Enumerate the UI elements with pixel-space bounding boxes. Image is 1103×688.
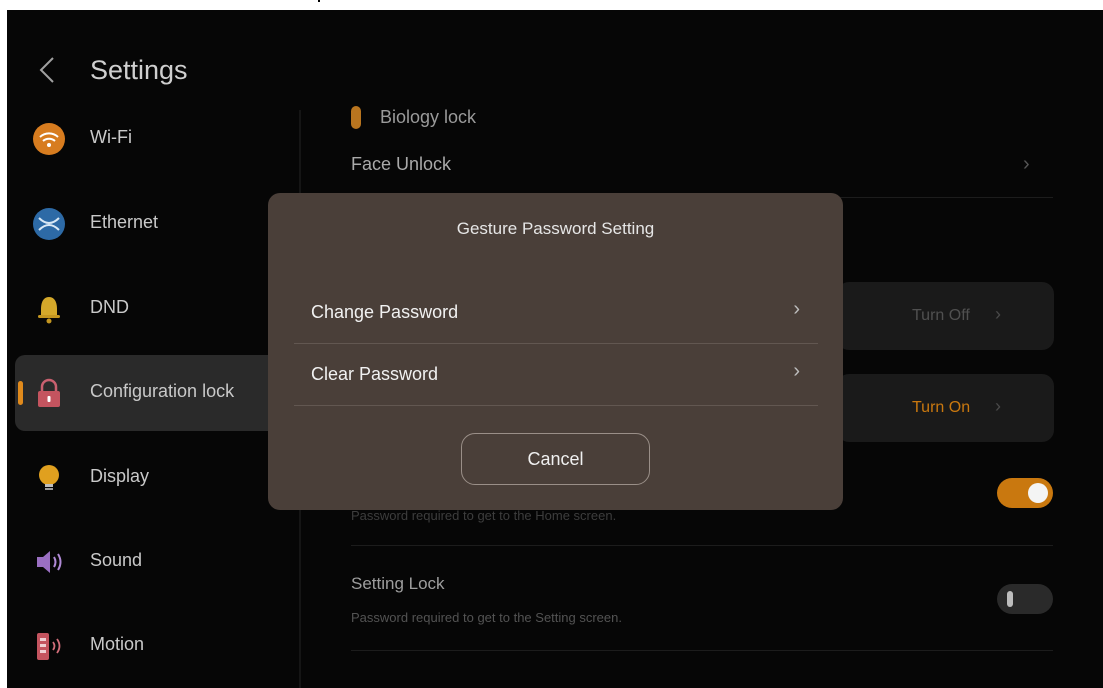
section-marker xyxy=(351,106,361,129)
sidebar-item-label: Configuration lock xyxy=(90,381,235,401)
setting-lock-toggle[interactable] xyxy=(997,584,1053,614)
row-divider xyxy=(351,650,1053,651)
section-title: Biology lock xyxy=(380,107,477,127)
clear-password-option[interactable]: Clear Password › xyxy=(294,344,818,406)
sidebar-item-label: Sound xyxy=(90,550,143,570)
sidebar-item-dnd[interactable]: DND xyxy=(15,271,305,347)
option-divider xyxy=(294,405,818,406)
top-strip xyxy=(0,0,1103,10)
dialog-title: Gesture Password Setting xyxy=(456,219,655,238)
cancel-button[interactable]: Cancel xyxy=(461,433,650,485)
turn-off-row[interactable]: Turn Off › xyxy=(837,282,1054,350)
row-divider xyxy=(351,545,1053,546)
chevron-right-icon: › xyxy=(995,396,1001,416)
sidebar-item-sound[interactable]: Sound xyxy=(15,524,305,600)
toggle-knob xyxy=(1028,483,1048,503)
chevron-right-icon: › xyxy=(793,298,800,320)
sidebar-item-label: Wi-Fi xyxy=(90,127,132,147)
sidebar-item-label: Display xyxy=(90,466,150,486)
clipped-glyph xyxy=(318,0,328,2)
sidebar-item-label: DND xyxy=(90,297,129,317)
setting-lock-hint: Password required to get to the Setting … xyxy=(351,610,622,625)
wifi-icon xyxy=(33,123,65,155)
sidebar-item-label: Ethernet xyxy=(90,212,159,232)
turn-on-row[interactable]: Turn On › xyxy=(837,374,1054,442)
sidebar-item-motion[interactable]: Motion xyxy=(15,608,305,684)
gesture-password-dialog: Gesture Password Setting Change Password… xyxy=(268,193,843,510)
option-label: Change Password xyxy=(311,302,459,322)
sidebar-item-ethernet[interactable]: Ethernet xyxy=(15,186,305,262)
bulb-icon xyxy=(39,465,59,490)
face-unlock-label[interactable]: Face Unlock xyxy=(351,154,451,175)
chevron-right-icon[interactable]: › xyxy=(1023,153,1030,176)
option-label: Clear Password xyxy=(311,364,439,384)
sidebar-item-wifi[interactable]: Wi-Fi xyxy=(15,101,305,177)
home-lock-toggle[interactable] xyxy=(997,478,1053,508)
sidebar-item-configuration-lock[interactable]: Configuration lock xyxy=(15,355,305,431)
speaker-icon xyxy=(37,551,62,573)
ethernet-icon xyxy=(33,208,65,240)
bell-icon xyxy=(38,297,60,324)
turn-off-label: Turn Off xyxy=(912,307,970,324)
settings-screen: Settings Wi-Fi Ethernet DND Configuratio… xyxy=(7,10,1103,688)
change-password-option[interactable]: Change Password › xyxy=(294,282,818,344)
back-arrow-icon[interactable] xyxy=(37,56,57,84)
chevron-right-icon: › xyxy=(995,304,1001,324)
turn-on-label: Turn On xyxy=(912,399,971,416)
lock-icon xyxy=(38,378,60,407)
chevron-right-icon: › xyxy=(793,360,800,382)
page-title: Settings xyxy=(90,55,188,85)
motion-icon xyxy=(37,633,61,660)
home-lock-hint: Password required to get to the Home scr… xyxy=(351,508,617,523)
setting-lock-label: Setting Lock xyxy=(351,574,445,593)
sidebar-item-label: Motion xyxy=(90,634,145,654)
sidebar-item-display[interactable]: Display xyxy=(15,440,305,516)
active-indicator xyxy=(18,381,23,405)
toggle-knob xyxy=(1007,591,1013,607)
